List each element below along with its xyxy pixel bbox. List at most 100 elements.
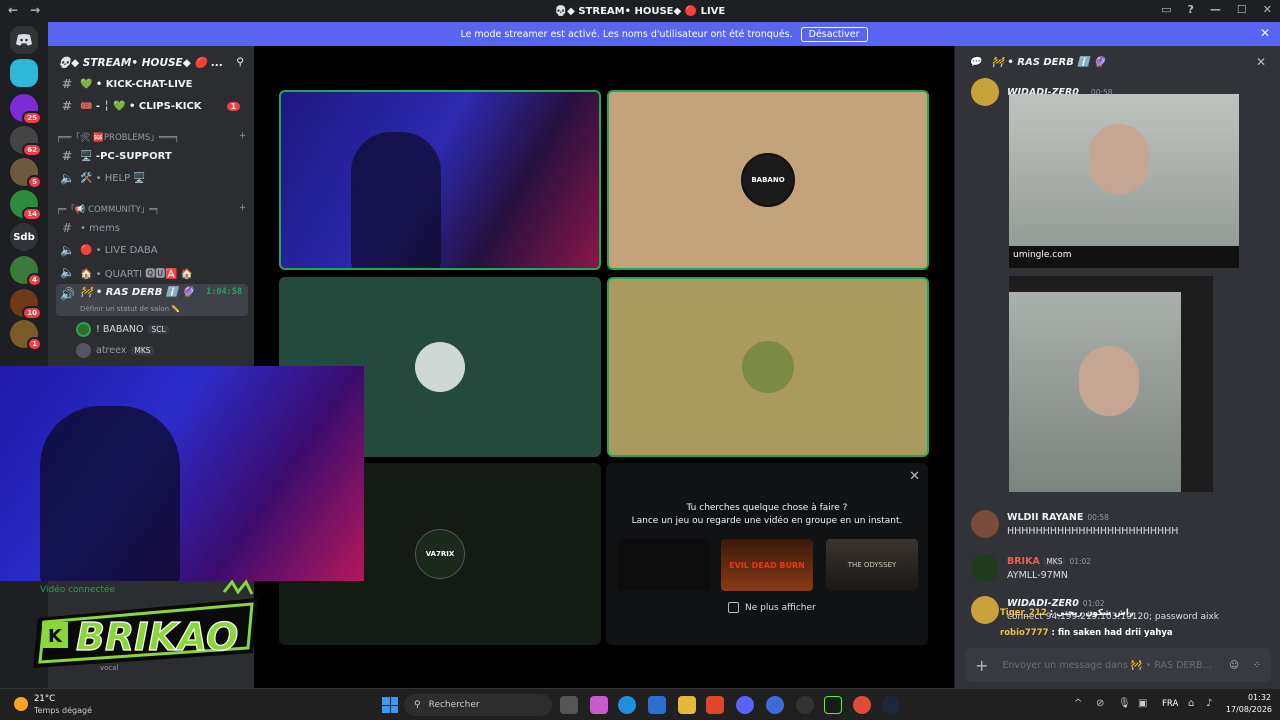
window-titlebar: ← → 💀◆ STREAM• HOUSE◆ 🔴 LIVE ▭ ? — ☐ ✕ [0, 0, 1280, 22]
mic-icon[interactable]: 🎙 [1118, 698, 1131, 709]
close-promo-icon[interactable]: ✕ [909, 469, 920, 484]
message-text: HHHHHHHHHHHHHHHHHHHHHHHH [1007, 526, 1179, 537]
task-view-icon[interactable] [560, 696, 578, 714]
server-icon-8[interactable]: 10 [10, 289, 42, 320]
person-silhouette [351, 132, 441, 268]
inbox-icon[interactable]: ▭ [1161, 3, 1171, 16]
file-explorer-icon[interactable] [678, 696, 696, 714]
activity-thumb[interactable]: EVIL DEAD BURN [721, 539, 813, 591]
apps-icon[interactable]: ⁘ [1253, 660, 1261, 671]
hash-icon: # [61, 149, 73, 163]
activity-thumb[interactable]: THE ODYSSEY [826, 539, 918, 591]
channel-help[interactable]: 🔈 🛠️ • HELP 🖥️ [56, 167, 248, 189]
server-icon-1[interactable] [10, 59, 38, 87]
edge-icon[interactable] [618, 696, 636, 714]
category-problems[interactable]: ╒══「🛠 🆘PROBLEMS」═══╕ + [56, 131, 246, 143]
taskbar-search[interactable]: ⚲ Rechercher [404, 694, 552, 716]
mic-off-icon[interactable]: ⊘ [1096, 698, 1104, 709]
clock-time[interactable]: 01:32 [1227, 693, 1271, 702]
person-face [1079, 346, 1139, 416]
steam-icon[interactable] [882, 696, 900, 714]
discord-home-icon[interactable] [10, 26, 38, 54]
server-icon-4[interactable]: 5 [10, 158, 42, 189]
close-banner-icon[interactable]: ✕ [1260, 26, 1270, 40]
add-attachment-icon[interactable]: + [975, 656, 988, 675]
channel-pc-support[interactable]: # 🖥️ -PC-SUPPORT [56, 145, 248, 167]
hash-icon: # [61, 221, 73, 235]
minimize-icon[interactable]: — [1210, 3, 1221, 16]
server-icon-3[interactable]: 62 [10, 126, 42, 157]
brave-icon[interactable] [706, 696, 724, 714]
avatar[interactable] [971, 78, 999, 106]
emoji-icon[interactable]: ☺ [1229, 660, 1239, 671]
chat-input[interactable]: + Envoyer un message dans 🚧 • RAS DERB..… [965, 648, 1271, 682]
close-window-icon[interactable]: ✕ [1263, 3, 1272, 16]
video-tile-streamer[interactable] [279, 90, 601, 270]
channel-kick-chat[interactable]: # 💚 • KICK-CHAT-LIVE [56, 73, 248, 95]
add-channel-icon[interactable]: + [239, 131, 246, 143]
chrome-icon[interactable] [853, 696, 871, 714]
person-face [1089, 124, 1149, 194]
windows-start-icon[interactable] [382, 697, 398, 713]
activity-thumb[interactable] [618, 539, 710, 591]
message-image[interactable] [1009, 276, 1213, 492]
forward-icon[interactable]: → [30, 3, 40, 17]
channel-live-daba[interactable]: 🔈 🔴 • LIVE DABA [56, 239, 248, 261]
unread-badge: 1 [226, 101, 240, 111]
discord-icon[interactable] [736, 696, 754, 714]
maximize-icon[interactable]: ☐ [1237, 3, 1247, 16]
avatar[interactable] [971, 596, 999, 624]
clock-date[interactable]: 17/08/2026 [1222, 705, 1272, 714]
add-member-icon[interactable]: ⚲ [236, 56, 244, 68]
network-icon[interactable]: ⌂ [1188, 698, 1194, 709]
weather-icon[interactable] [14, 697, 28, 711]
server-icon-2[interactable]: 25 [10, 94, 42, 125]
store-icon[interactable] [648, 696, 666, 714]
voice-user[interactable]: atreex MKS [76, 343, 154, 358]
camera-icon[interactable]: ▣ [1138, 698, 1147, 709]
channel-quarti[interactable]: 🔈 🏠 • QUARTI 🆀🆄🅰️ 🏠 [56, 261, 248, 283]
speaker-icon: 🔈 [60, 243, 75, 257]
speaker-active-icon: 🔊 [60, 287, 75, 301]
promo-subtitle: Lance un jeu ou regarde une vidéo en gro… [631, 516, 903, 526]
svg-text:K: K [48, 626, 63, 647]
message: BRIKA MKS 01:02 AYMLL-97MN [971, 554, 1091, 582]
volume-icon[interactable]: ♪ [1206, 698, 1212, 709]
weather-temp[interactable]: 21°C [34, 694, 55, 704]
obs-icon[interactable] [796, 696, 814, 714]
back-icon[interactable]: ← [8, 3, 18, 17]
chat-input-placeholder: Envoyer un message dans 🚧 • RAS DERB... [1002, 659, 1212, 671]
category-community[interactable]: ╒═「📢 COMMUNITY」═╕ + [56, 203, 246, 215]
channel-ras-derb[interactable]: 🔊 🚧 • RAS DERB ℹ️ 🔮 1:04:58 Définir un s… [56, 284, 248, 316]
copilot-icon[interactable] [590, 696, 608, 714]
avatar[interactable] [971, 554, 999, 582]
dont-show-checkbox[interactable]: Ne plus afficher [728, 602, 816, 613]
avatar [76, 322, 91, 337]
language-indicator[interactable]: FRA [1162, 699, 1178, 709]
add-channel-icon[interactable]: + [239, 203, 246, 215]
status-hint[interactable]: Définir un statut de salon ✏️ [60, 305, 248, 313]
server-icon-5[interactable]: 14 [10, 190, 42, 221]
server-icon-9[interactable]: 1 [10, 320, 42, 351]
close-chat-icon[interactable]: ✕ [1256, 55, 1266, 69]
video-tile-user-4[interactable] [607, 277, 929, 457]
weather-desc: Temps dégagé [34, 706, 93, 715]
help-icon[interactable]: ? [1188, 3, 1194, 16]
person-silhouette [40, 406, 180, 581]
voice-user[interactable]: ! BABANO SCL [76, 322, 169, 337]
message: WLDII RAYANE 00:58 HHHHHHHHHHHHHHHHHHHHHH… [971, 510, 1178, 538]
server-icon-7[interactable]: 4 [10, 256, 42, 287]
avatar[interactable] [971, 510, 999, 538]
disable-streamer-button[interactable]: Désactiver [800, 26, 868, 42]
kick-icon[interactable] [824, 696, 842, 714]
video-tile-babano[interactable]: BABANO [607, 90, 929, 270]
channel-mems[interactable]: # • mems [56, 217, 248, 239]
channel-clips-kick[interactable]: # 🎟️ - ╎ 💚 • CLIPS-KICK 1 [56, 95, 248, 117]
tray-overflow-icon[interactable]: ^ [1074, 698, 1082, 709]
search-icon: ⚲ [414, 700, 421, 710]
app-icon[interactable] [766, 696, 784, 714]
checkbox-icon[interactable] [728, 602, 739, 613]
hash-icon: # [61, 99, 73, 113]
server-icon-sdb[interactable]: Sdb [10, 223, 38, 251]
message-image[interactable]: umingle.com [1009, 94, 1239, 268]
